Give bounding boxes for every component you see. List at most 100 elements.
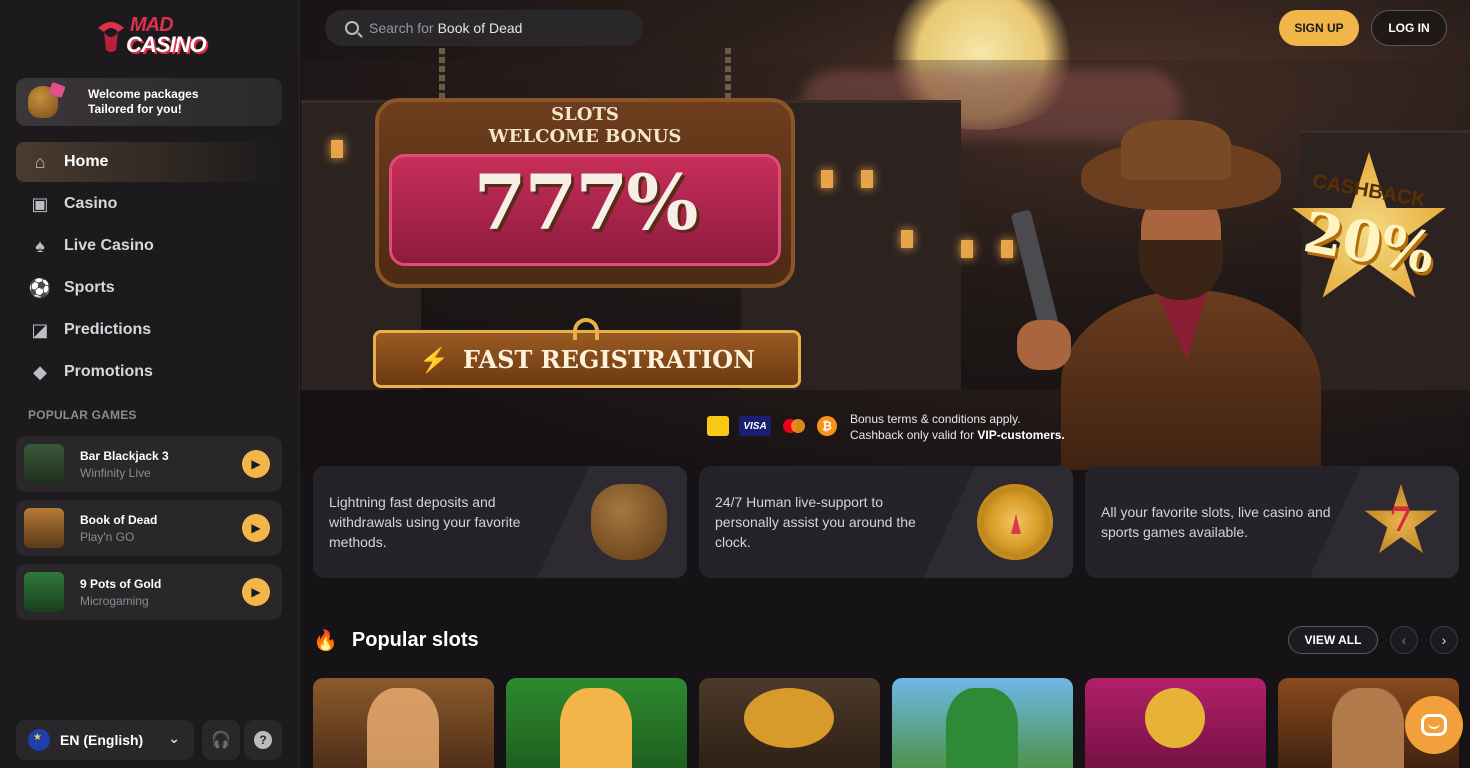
search-placeholder-prefix: Search for xyxy=(369,20,434,36)
soccer-ball-icon: ⚽ xyxy=(28,277,52,298)
welcome-bonus-sign: SLOTS WELCOME BONUS 777% xyxy=(375,48,795,288)
slot-artwork xyxy=(946,688,1018,768)
game-meta: Bar Blackjack 3 Winfinity Live xyxy=(80,449,169,480)
nav-item-predictions[interactable]: ◪ Predictions xyxy=(16,310,282,350)
hero-banner[interactable]: Search for Book of Dead SIGN UP LOG IN S… xyxy=(301,0,1470,470)
eu-flag-icon xyxy=(28,729,50,751)
terms-line-2: Cashback only valid for VIP-customers. xyxy=(850,427,1065,443)
help-button[interactable]: ? xyxy=(244,720,282,760)
feature-text: 24/7 Human live-support to personally as… xyxy=(715,494,916,550)
game-title: Bar Blackjack 3 xyxy=(80,448,169,463)
home-icon: ⌂ xyxy=(34,151,46,172)
slot-artwork xyxy=(1145,688,1205,748)
bonus-terms: Bonus terms & conditions apply. Cashback… xyxy=(850,411,1065,443)
mastercard-icon xyxy=(781,416,807,436)
cashback-badge: CASHBACK 20% xyxy=(1289,152,1449,312)
compass-icon xyxy=(977,484,1053,560)
feature-cards: Lightning fast deposits and withdrawals … xyxy=(313,466,1459,578)
game-thumbnail xyxy=(24,508,64,548)
sign-line-2: WELCOME BONUS xyxy=(488,126,682,147)
slot-tile[interactable] xyxy=(506,678,687,768)
slot-artwork xyxy=(367,688,439,768)
nav-label: Promotions xyxy=(64,363,153,380)
play-icon[interactable]: ▶ xyxy=(242,450,270,478)
live-chat-button[interactable] xyxy=(1405,696,1463,754)
diamond-icon: ◆ xyxy=(33,361,47,382)
popular-game-item[interactable]: Book of Dead Play'n GO ▶ xyxy=(16,500,282,556)
feature-card-games: All your favorite slots, live casino and… xyxy=(1085,466,1459,578)
slot-artwork xyxy=(560,688,632,768)
payment-methods: VISA ₿ xyxy=(707,416,837,436)
view-all-button[interactable]: VIEW ALL xyxy=(1288,626,1378,654)
cards-icon: ♠ xyxy=(35,235,45,256)
nav-label: Predictions xyxy=(64,321,152,338)
nav-label: Casino xyxy=(64,195,118,212)
play-icon[interactable]: ▶ xyxy=(242,578,270,606)
sign-title: SLOTS WELCOME BONUS xyxy=(375,104,795,148)
feature-card-support: 24/7 Human live-support to personally as… xyxy=(699,466,1073,578)
welcome-packages-banner[interactable]: Welcome packages Tailored for you! xyxy=(16,78,282,126)
game-provider: Microgaming xyxy=(80,593,149,608)
chevron-right-icon[interactable]: › xyxy=(1430,626,1458,654)
terms-line-1: Bonus terms & conditions apply. xyxy=(850,412,1021,426)
game-provider: Play'n GO xyxy=(80,529,135,544)
chevron-down-icon: ⌄ xyxy=(168,730,180,746)
lit-window xyxy=(961,240,973,258)
lit-window xyxy=(901,230,913,248)
play-icon[interactable]: ▶ xyxy=(242,514,270,542)
nav-item-promotions[interactable]: ◆ Promotions xyxy=(16,352,282,392)
sign-line-1: SLOTS xyxy=(551,104,619,125)
lit-window xyxy=(861,170,873,188)
popular-game-item[interactable]: 9 Pots of Gold Microgaming ▶ xyxy=(16,564,282,620)
nav-label: Sports xyxy=(64,279,115,296)
nav-item-home[interactable]: ⌂ Home xyxy=(16,142,282,182)
main-content: Search for Book of Dead SIGN UP LOG IN S… xyxy=(301,0,1470,768)
slot-tile[interactable] xyxy=(1085,678,1266,768)
game-title: Book of Dead xyxy=(80,512,158,527)
welcome-text: Welcome packages Tailored for you! xyxy=(88,87,199,117)
app-root: MAD CASINO Welcome packages Tailored for… xyxy=(0,0,1470,768)
nav-item-casino[interactable]: ▣ Casino xyxy=(16,184,282,224)
chevron-left-icon[interactable]: ‹ xyxy=(1390,626,1418,654)
search-icon xyxy=(345,21,359,35)
popular-game-item[interactable]: Bar Blackjack 3 Winfinity Live ▶ xyxy=(16,436,282,492)
welcome-line-2: Tailored for you! xyxy=(88,102,182,116)
sidebar: MAD CASINO Welcome packages Tailored for… xyxy=(0,0,300,768)
horseshoe-icon xyxy=(573,318,599,340)
feature-card-deposits: Lightning fast deposits and withdrawals … xyxy=(313,466,687,578)
popular-games-list: Bar Blackjack 3 Winfinity Live ▶ Book of… xyxy=(16,436,282,628)
feature-text: Lightning fast deposits and withdrawals … xyxy=(329,494,521,550)
bitcoin-icon: ₿ xyxy=(817,416,837,436)
site-logo[interactable]: MAD CASINO xyxy=(92,8,212,60)
terms-line-2-prefix: Cashback only valid for xyxy=(850,428,975,442)
lit-window xyxy=(1001,240,1013,258)
lit-window xyxy=(331,140,343,158)
nav-item-live-casino[interactable]: ♠ Live Casino xyxy=(16,226,282,266)
slot-tile[interactable] xyxy=(892,678,1073,768)
game-meta: 9 Pots of Gold Microgaming xyxy=(80,577,161,608)
language-selector[interactable]: EN (English) ⌄ xyxy=(16,720,194,760)
nav-label: Home xyxy=(64,153,109,170)
cowboy-hat-logo-icon xyxy=(98,22,124,52)
game-thumbnail xyxy=(24,444,64,484)
game-thumbnail xyxy=(24,572,64,612)
lightning-icon: ⚡ xyxy=(418,344,449,374)
popular-slots-title: Popular slots xyxy=(351,628,479,651)
popular-games-heading: POPULAR GAMES xyxy=(28,408,137,422)
logo-text-bottom: CASINO xyxy=(126,32,207,57)
predictions-icon: ◪ xyxy=(31,319,49,340)
support-button[interactable]: 🎧 xyxy=(202,720,240,760)
slot-tile[interactable] xyxy=(313,678,494,768)
sign-up-button[interactable]: SIGN UP xyxy=(1279,10,1359,46)
cowboy-hand xyxy=(1017,320,1071,370)
welcome-line-1: Welcome packages xyxy=(88,87,199,101)
slot-machine-icon: ▣ xyxy=(31,193,49,214)
slot-tile[interactable] xyxy=(699,678,880,768)
nav-item-sports[interactable]: ⚽ Sports xyxy=(16,268,282,308)
search-input[interactable]: Search for Book of Dead xyxy=(325,10,643,46)
log-in-button[interactable]: LOG IN xyxy=(1371,10,1447,46)
visa-icon: VISA xyxy=(739,416,771,436)
lucky-seven-star-icon: 7 xyxy=(1364,484,1438,554)
game-title: 9 Pots of Gold xyxy=(80,576,162,591)
fast-registration-label: FAST REGISTRATION xyxy=(462,344,756,374)
